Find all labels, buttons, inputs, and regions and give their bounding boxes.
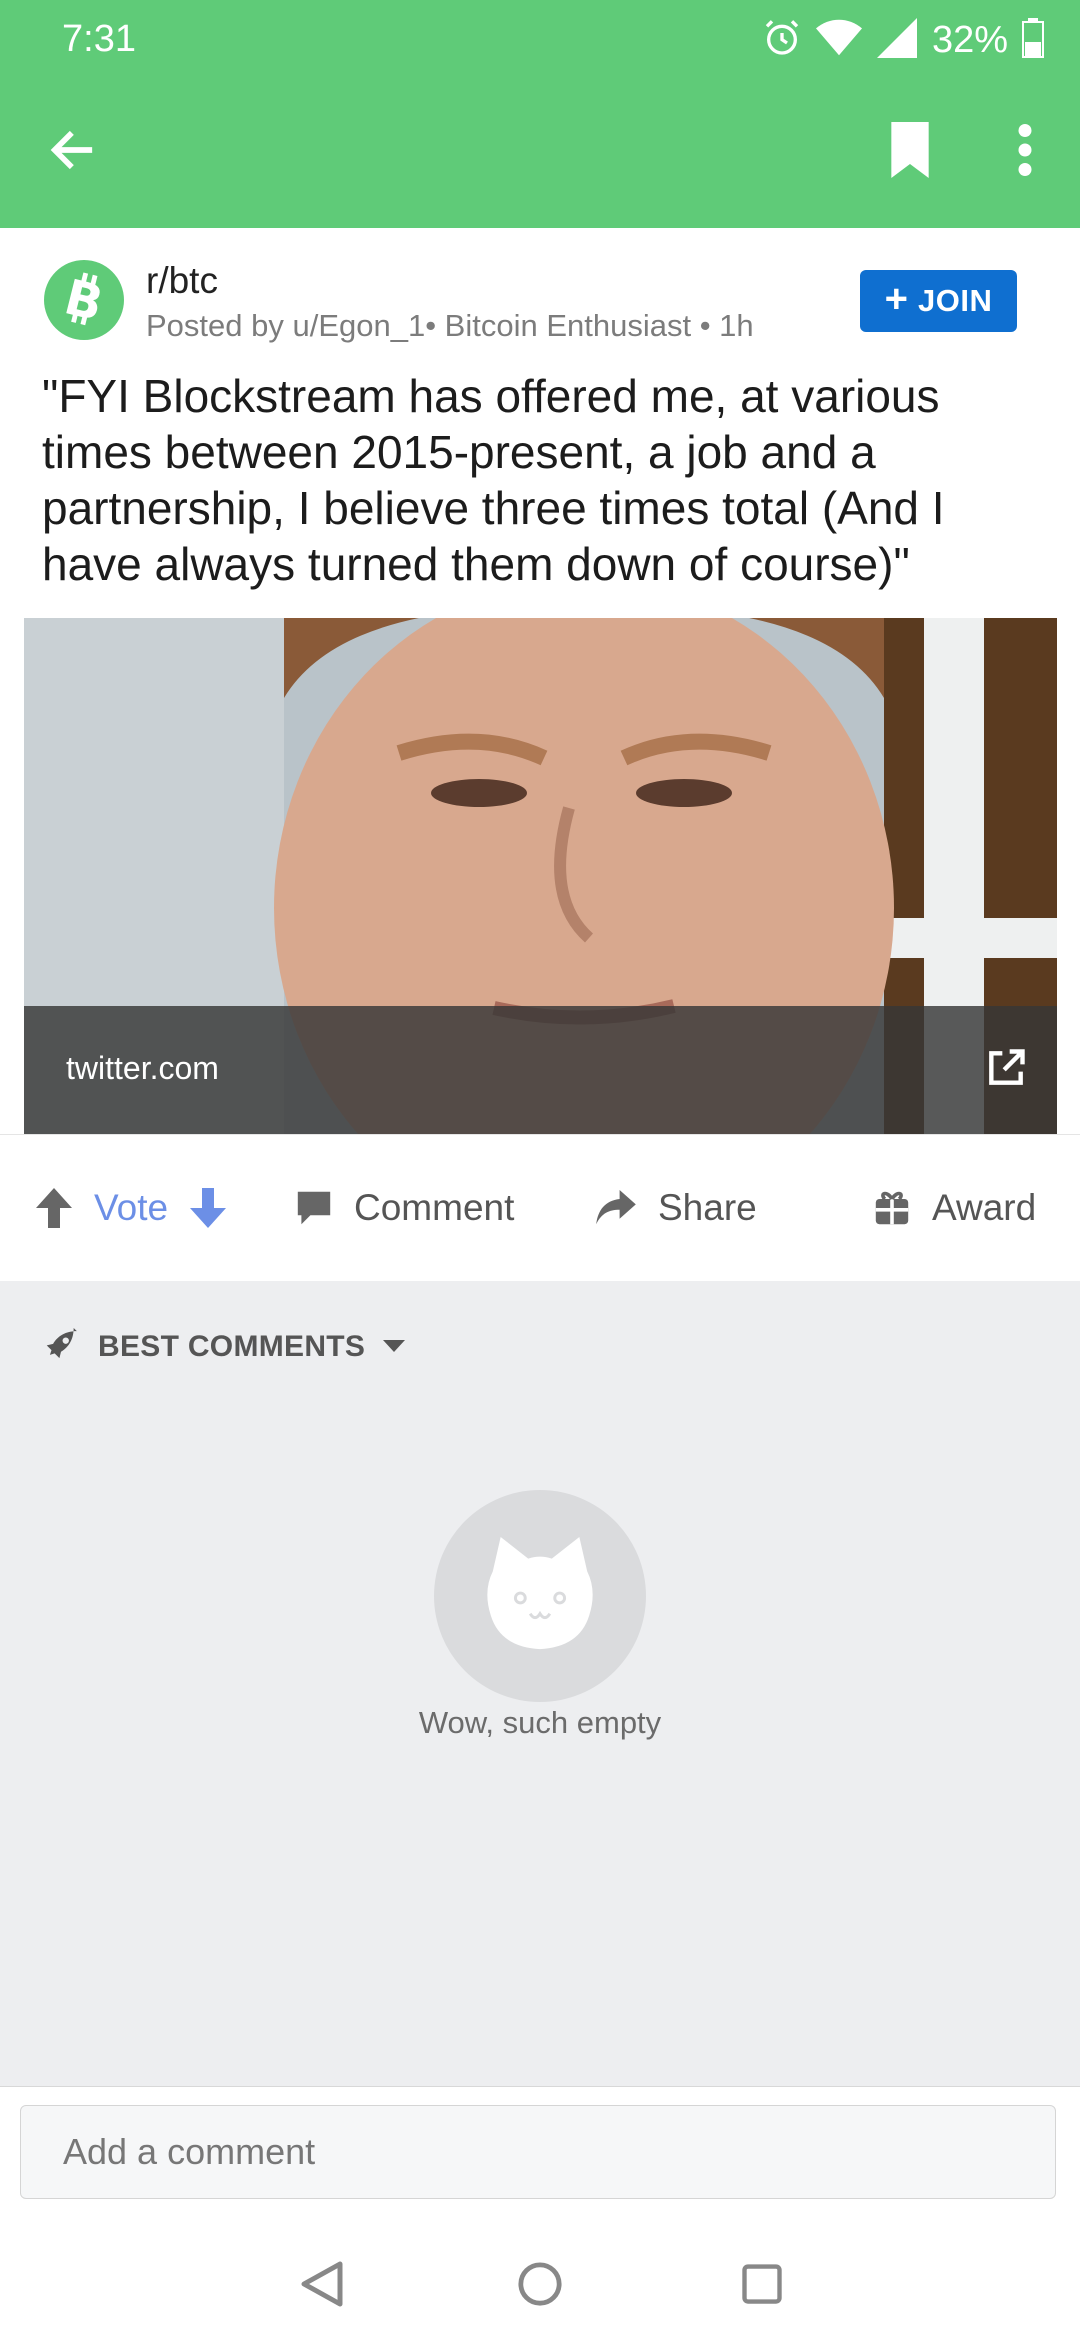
post-actions: Vote Comment Share Award [0,1134,1080,1281]
post-meta: Posted by u/Egon_1• Bitcoin Enthusiast •… [146,308,754,343]
empty-state-text: Wow, such empty [418,1705,662,1740]
arrow-left-icon [50,130,93,170]
preview-footer: twitter.com [24,1006,1057,1134]
wifi-icon [815,18,862,63]
bitcoin-icon: B [59,271,108,329]
bookmark-button[interactable] [870,110,950,190]
link-domain: twitter.com [66,1050,219,1086]
comment-icon [297,1191,331,1225]
post-card: B r/btc Posted by u/Egon_1• Bitcoin Enth… [0,228,1080,1281]
share-icon [596,1190,636,1225]
nav-recents-button[interactable] [730,2252,794,2316]
empty-state-illustration [434,1490,646,1702]
award-button[interactable]: Award [874,1135,1036,1281]
share-label: Share [658,1187,757,1228]
more-options-button[interactable] [985,110,1065,190]
nav-home-button[interactable] [508,2252,572,2316]
comment-button[interactable]: Comment [296,1135,514,1281]
back-button[interactable] [32,110,112,190]
rocket-icon [46,1328,77,1359]
sort-label: BEST COMMENTS [98,1330,366,1363]
nav-back-button[interactable] [290,2252,354,2316]
cat-face-icon [487,1537,593,1650]
app-toolbar: 7:31 32% [0,0,1080,228]
comment-composer: Add a comment [0,2086,1080,2231]
plus-icon: + [884,277,908,321]
more-vertical-icon [1018,124,1032,176]
vote-label: Vote [94,1187,169,1228]
downvote-icon[interactable] [190,1188,227,1228]
status-time: 7:31 [62,18,136,60]
link-preview[interactable]: twitter.com [24,618,1057,1134]
caret-down-icon [383,1340,406,1352]
join-button[interactable]: + JOIN [860,270,1017,332]
alarm-icon [762,18,802,63]
external-link-icon [989,1049,1025,1085]
upvote-icon[interactable] [36,1188,72,1228]
join-label: JOIN [918,283,993,318]
comment-sort-selector[interactable]: BEST COMMENTS [42,1322,406,1372]
share-button[interactable]: Share [596,1135,757,1281]
gift-icon [875,1191,909,1225]
battery-icon [1022,17,1044,63]
comment-label: Comment [354,1187,515,1228]
nav-home-icon [518,2262,562,2306]
bookmark-icon [891,122,929,178]
nav-recents-icon [742,2264,782,2304]
signal-icon [876,17,918,63]
add-comment-input[interactable]: Add a comment [20,2105,1056,2199]
subreddit-avatar[interactable]: B [44,260,124,340]
award-label: Award [932,1187,1037,1228]
battery-percent: 32% [931,18,1008,61]
vote-group: Vote [36,1135,227,1281]
status-icons: 32% [762,16,1044,64]
nav-back-icon [301,2261,343,2307]
system-nav-bar [0,2230,1080,2340]
post-title[interactable]: "FYI Blockstream has offered me, at vari… [42,368,1052,592]
subreddit-name[interactable]: r/btc [146,260,218,302]
